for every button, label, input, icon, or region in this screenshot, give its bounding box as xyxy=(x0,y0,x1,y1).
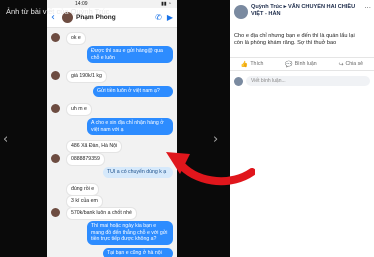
status-indicators: ▮▮ ◔ xyxy=(161,1,171,7)
message-bubble: Tại bạn e cũng ở hà nội xyxy=(103,248,173,257)
avatar xyxy=(51,33,60,42)
post-title[interactable]: Quỳnh Trúc ▸ VĂN CHUYỂN HAI CHIỀU VIỆT -… xyxy=(251,4,359,18)
photo-viewer: Ảnh từ bài viết của Quỳnh Trúc ‹ › 14:09… xyxy=(0,0,374,257)
comment-input[interactable]: Viết bình luận... xyxy=(246,76,370,86)
more-options-icon[interactable]: ··· xyxy=(364,4,371,12)
message-bubble: 570k/bank luôn a chốt nhé xyxy=(66,207,137,220)
chat-screenshot: 14:09 ▮▮ ◔ ‹ Phạm Phong ✆ ▶ ok e Được th… xyxy=(47,0,177,257)
comment-row: Viết bình luận... xyxy=(234,75,370,87)
avatar xyxy=(234,76,243,86)
next-arrow-icon[interactable]: › xyxy=(213,133,223,147)
facebook-post: Quỳnh Trúc ▸ VĂN CHUYỂN HAI CHIỀU VIỆT -… xyxy=(230,0,374,257)
like-icon: 👍 xyxy=(240,60,249,68)
message-bubble: ok e xyxy=(66,32,86,45)
avatar[interactable] xyxy=(234,5,248,19)
avatar xyxy=(51,208,60,217)
comment-label: Bình luận xyxy=(294,61,317,67)
video-icon[interactable]: ▶ xyxy=(167,13,173,22)
share-label: Chia sẻ xyxy=(345,61,364,67)
avatar xyxy=(51,154,60,163)
like-button[interactable]: 👍 Thích xyxy=(241,61,263,68)
post-text: Cho e địa chỉ nhưng bạn e đến thì là quá… xyxy=(234,33,355,46)
post-actions: 👍 Thích 💬 Bình luận ↪ Chia sẻ xyxy=(230,57,374,71)
message-bubble: A cho e xin địa chỉ nhận hàng ở việt nam… xyxy=(87,118,173,136)
message-bubble: Được thì sau e gửi hàng@ qua chỗ e luôn xyxy=(87,46,173,64)
message-bubble: giá 190k/1 kg xyxy=(66,70,107,83)
share-icon: ↪ xyxy=(338,60,344,68)
phone-icon[interactable]: ✆ xyxy=(155,13,162,22)
annotation-arrow-icon xyxy=(166,152,255,186)
post-header: Quỳnh Trúc ▸ VĂN CHUYỂN HAI CHIỀU VIỆT -… xyxy=(230,0,374,30)
message-bubble: 3 kí của em xyxy=(66,195,103,208)
share-button[interactable]: ↪ Chia sẻ xyxy=(338,61,363,68)
avatar xyxy=(51,71,60,80)
message-list: ok e Được thì sau e gửi hàng@ qua chỗ e … xyxy=(47,28,177,257)
viewer-title: Ảnh từ bài viết của Quỳnh Trúc xyxy=(6,7,110,16)
message-bubble: đúng rồi e xyxy=(66,183,100,196)
like-label: Thích xyxy=(250,61,264,67)
message-bubble: Gửi tiền luôn ở việt nam ạ? xyxy=(93,86,173,97)
message-bubble: Thì mai hoặc ngày kia bạn e mang đồ đến … xyxy=(87,221,173,245)
avatar xyxy=(51,104,60,113)
message-bubble: 486 Xã Đàn, Hà Nội xyxy=(66,140,123,153)
comment-icon: 💬 xyxy=(285,60,293,68)
comment-button[interactable]: 💬 Bình luận xyxy=(285,61,316,68)
message-bubble: 0888879359 xyxy=(66,153,105,166)
message-bubble: uh m e xyxy=(66,103,92,116)
prev-arrow-icon[interactable]: ‹ xyxy=(3,133,13,147)
